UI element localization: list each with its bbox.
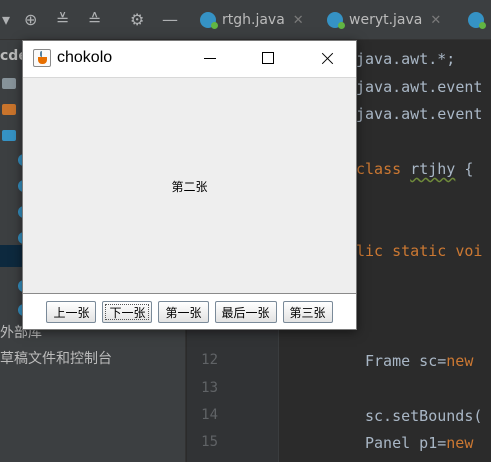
line-number: 14 xyxy=(201,407,218,423)
code-line: java.awt.event xyxy=(356,105,483,123)
window-title: chokolo xyxy=(57,49,113,66)
code-line: sc.setBounds( xyxy=(365,407,483,425)
code-token: Frame sc= xyxy=(365,352,447,370)
code-line: Frame sc=new xyxy=(365,352,473,370)
code-line: lic static voi xyxy=(356,242,483,260)
line-number: 12 xyxy=(201,352,218,368)
selected-tree-item[interactable] xyxy=(0,245,24,267)
swing-frame-window[interactable]: chokolo 第二张 上一张 下一张 第一张 最后一张 第三张 xyxy=(22,40,357,330)
line-number: 13 xyxy=(201,380,218,396)
keyword: class xyxy=(356,160,411,178)
code-line: Panel p1=new xyxy=(365,434,473,452)
first-card-button[interactable]: 第一张 xyxy=(158,301,209,323)
scratches-label[interactable]: 草稿文件和控制台 xyxy=(0,348,112,368)
expand-all-icon[interactable]: ≚ xyxy=(56,12,69,28)
keyword: new xyxy=(446,434,474,452)
code-token: Panel p1= xyxy=(365,434,447,452)
collapse-all-icon[interactable]: ≙ xyxy=(88,12,101,28)
close-tab-icon[interactable]: ✕ xyxy=(430,13,441,28)
tab-label: rtgh.java xyxy=(222,12,285,28)
hide-panel-icon[interactable]: — xyxy=(162,12,178,28)
folder-icon xyxy=(2,78,16,89)
line-number: 15 xyxy=(201,434,218,450)
java-cup-icon xyxy=(33,49,51,67)
maximize-button[interactable] xyxy=(239,41,297,77)
previous-card-button[interactable]: 上一张 xyxy=(46,301,97,323)
dropdown-arrow-icon[interactable]: ▾ xyxy=(2,12,10,28)
folder-icon xyxy=(2,130,16,141)
code-line: class rtjhy { xyxy=(356,160,473,178)
gear-icon[interactable]: ⚙ xyxy=(130,12,144,28)
last-card-button[interactable]: 最后一张 xyxy=(214,301,277,323)
java-file-icon xyxy=(200,12,218,29)
code-line: java.awt.*; xyxy=(356,50,456,68)
tab-rtgh[interactable]: rtgh.java ✕ xyxy=(200,0,304,40)
button-panel: 上一张 下一张 第一张 最后一张 第三张 xyxy=(23,295,356,329)
card-label: 第二张 xyxy=(171,180,208,194)
next-card-button[interactable]: 下一张 xyxy=(102,301,153,323)
close-tab-icon[interactable]: ✕ xyxy=(293,13,304,28)
java-file-icon xyxy=(468,12,486,29)
tab-label: weryt.java xyxy=(349,12,423,28)
close-window-button[interactable] xyxy=(298,41,356,77)
window-titlebar[interactable]: chokolo xyxy=(23,41,356,77)
folder-icon xyxy=(2,104,16,115)
tab-partial[interactable] xyxy=(468,0,490,40)
tab-weryt[interactable]: weryt.java ✕ xyxy=(327,0,441,40)
keyword: new xyxy=(446,352,474,370)
target-icon[interactable]: ⊕ xyxy=(24,12,37,28)
minimize-button[interactable] xyxy=(181,41,239,77)
code-line: java.awt.event xyxy=(356,78,483,96)
java-file-icon xyxy=(327,12,345,29)
code-token: { xyxy=(455,160,474,178)
class-name: rtjhy xyxy=(410,160,456,178)
card-panel: 第二张 xyxy=(23,77,356,294)
third-card-button[interactable]: 第三张 xyxy=(282,301,333,323)
ide-toolbar: ▾ ⊕ ≚ ≙ ⚙ — rtgh.java ✕ weryt.java ✕ xyxy=(0,0,491,40)
